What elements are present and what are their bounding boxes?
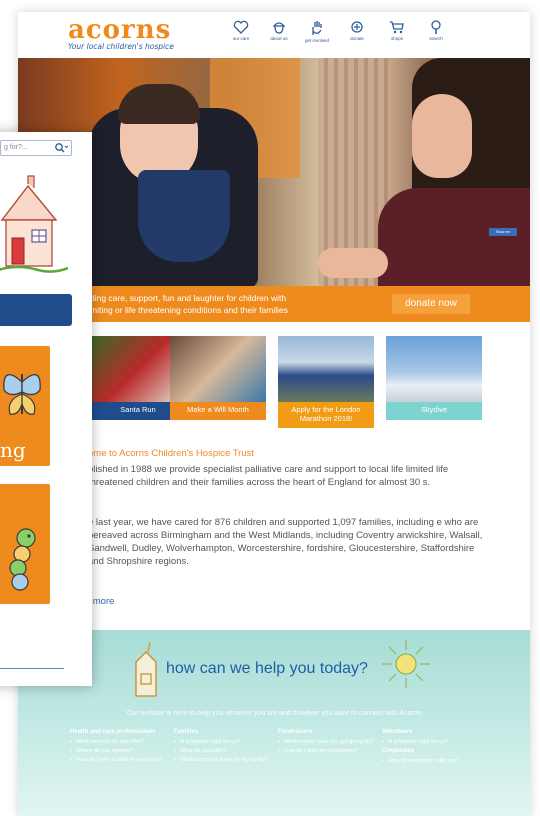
help-column-heading: Families xyxy=(174,729,199,735)
help-column-heading: Corporates xyxy=(382,748,415,754)
mobile-tile-butterfly[interactable]: ng xyxy=(0,346,50,466)
hero-woman-face xyxy=(412,94,472,178)
caterpillar-icon xyxy=(9,528,36,591)
nav-label: about us xyxy=(270,36,288,41)
mission-text: ding care, support, fun and laughter for… xyxy=(90,292,390,316)
nav-label: shops xyxy=(390,36,403,41)
hero-woman-top xyxy=(378,188,530,286)
mobile-tile-caterpillar[interactable] xyxy=(0,484,50,604)
search-icon[interactable] xyxy=(54,142,68,154)
intro-paragraph: blished in 1988 we provide specialist pa… xyxy=(88,464,449,488)
screenshot-stage: acorns Your local children's hospice our… xyxy=(0,0,540,816)
help-column-heading: Fundraisers xyxy=(278,729,313,735)
mission-line-1: ding care, support, fun and laughter for… xyxy=(90,293,287,303)
help-section: how can we help you today? Our website i… xyxy=(18,630,530,816)
help-link[interactable]: How do we partner with you? xyxy=(382,757,478,765)
logo-tagline: Your local children's hospice xyxy=(68,42,174,51)
desktop-page: acorns Your local children's hospice our… xyxy=(18,12,530,816)
donate-now-button[interactable]: donate now xyxy=(392,294,470,314)
hero-hand xyxy=(318,248,388,278)
nav-search[interactable]: search xyxy=(419,20,453,41)
nav-label: get involved xyxy=(304,38,330,43)
help-column-heading: Health and care professionals xyxy=(70,729,156,735)
help-link[interactable]: Is a hospice right for us? xyxy=(174,738,270,746)
help-column-professionals: Health and care professionals What servi… xyxy=(70,728,166,765)
nav-label: donate xyxy=(350,36,364,41)
help-subtitle: Our website is here to help you whoever … xyxy=(126,710,422,717)
hand-icon xyxy=(312,21,322,35)
acorns-logo[interactable]: acorns Your local children's hospice xyxy=(68,16,174,51)
help-column-heading: Volunteers xyxy=(382,729,413,735)
heart-icon xyxy=(233,20,249,34)
help-column-fundraisers: Fundraisers What events have you got goi… xyxy=(278,728,374,756)
nav-get-involved[interactable]: get involved xyxy=(300,20,334,43)
hero-child-hair xyxy=(118,84,200,124)
help-link[interactable]: Where do you operate? xyxy=(70,747,166,755)
donate-icon xyxy=(351,21,363,33)
tile-skydive[interactable]: Skydive xyxy=(386,336,482,431)
nav-shops[interactable]: shops xyxy=(380,20,414,41)
welcome-heading: ome to Acorns Children's Hospice Trust xyxy=(88,448,255,459)
help-column-families: Families Is a hospice right for us? What… xyxy=(174,728,270,765)
mobile-nav-bar[interactable] xyxy=(0,294,72,326)
mobile-divider xyxy=(0,668,64,669)
help-link[interactable]: What do you offer? xyxy=(174,747,270,755)
sun-icon xyxy=(382,640,430,688)
tile-photo xyxy=(170,336,266,402)
help-link[interactable]: What services do you offer? xyxy=(70,738,166,746)
nav-label: search xyxy=(429,36,443,41)
hero-child-bib xyxy=(138,170,230,262)
cart-icon xyxy=(390,21,404,34)
mobile-tile-text: ng xyxy=(0,438,26,462)
stats-paragraph: e last year, we have cared for 876 child… xyxy=(88,517,483,567)
mobile-search-placeholder: g for?... xyxy=(4,144,28,151)
hero-corner-button[interactable]: Show me xyxy=(489,228,517,236)
tile-caption: Skydive xyxy=(386,402,482,420)
mission-line-2: miting or life threatening conditions an… xyxy=(90,305,288,315)
mobile-page-overlay: g for?... ng xyxy=(0,132,92,686)
hero-image: Show me xyxy=(18,58,530,286)
tile-caption: Apply for the London Marathon 2018! xyxy=(278,402,374,428)
butterfly-icon xyxy=(3,374,41,415)
tile-photo xyxy=(386,336,482,402)
house-drawing-icon xyxy=(0,175,68,273)
lantern-icon xyxy=(135,641,157,697)
mission-banner: ding care, support, fun and laughter for… xyxy=(18,286,530,322)
nav-label: our care xyxy=(232,36,250,41)
help-title: how can we help you today? xyxy=(166,660,368,677)
search-icon xyxy=(431,20,441,34)
help-link[interactable]: How do I refer a child to your care? xyxy=(70,756,166,764)
nav-our-care[interactable]: our care xyxy=(224,20,258,41)
site-header: acorns Your local children's hospice our… xyxy=(18,12,530,58)
nav-about-us[interactable]: about us xyxy=(262,20,296,41)
logo-wordmark: acorns xyxy=(68,15,172,45)
tile-london-marathon[interactable]: Apply for the London Marathon 2018! xyxy=(278,336,374,431)
tile-will-month[interactable]: Make a Will Month xyxy=(170,336,266,431)
tile-photo xyxy=(278,336,374,402)
acorn-icon xyxy=(272,22,286,34)
help-link[interactable]: Is a hospice right for us? xyxy=(382,738,478,746)
help-link[interactable]: How do I start my fundraising? xyxy=(278,747,374,755)
help-link[interactable]: What support is there for my family? xyxy=(174,756,270,764)
help-column-volunteers: Volunteers Is a hospice right for us? Co… xyxy=(382,728,478,766)
help-link[interactable]: What events have you got going on? xyxy=(278,738,374,746)
mobile-search-input[interactable]: g for?... xyxy=(0,140,72,156)
nav-donate[interactable]: donate xyxy=(340,20,374,41)
tile-caption: Make a Will Month xyxy=(170,402,266,420)
